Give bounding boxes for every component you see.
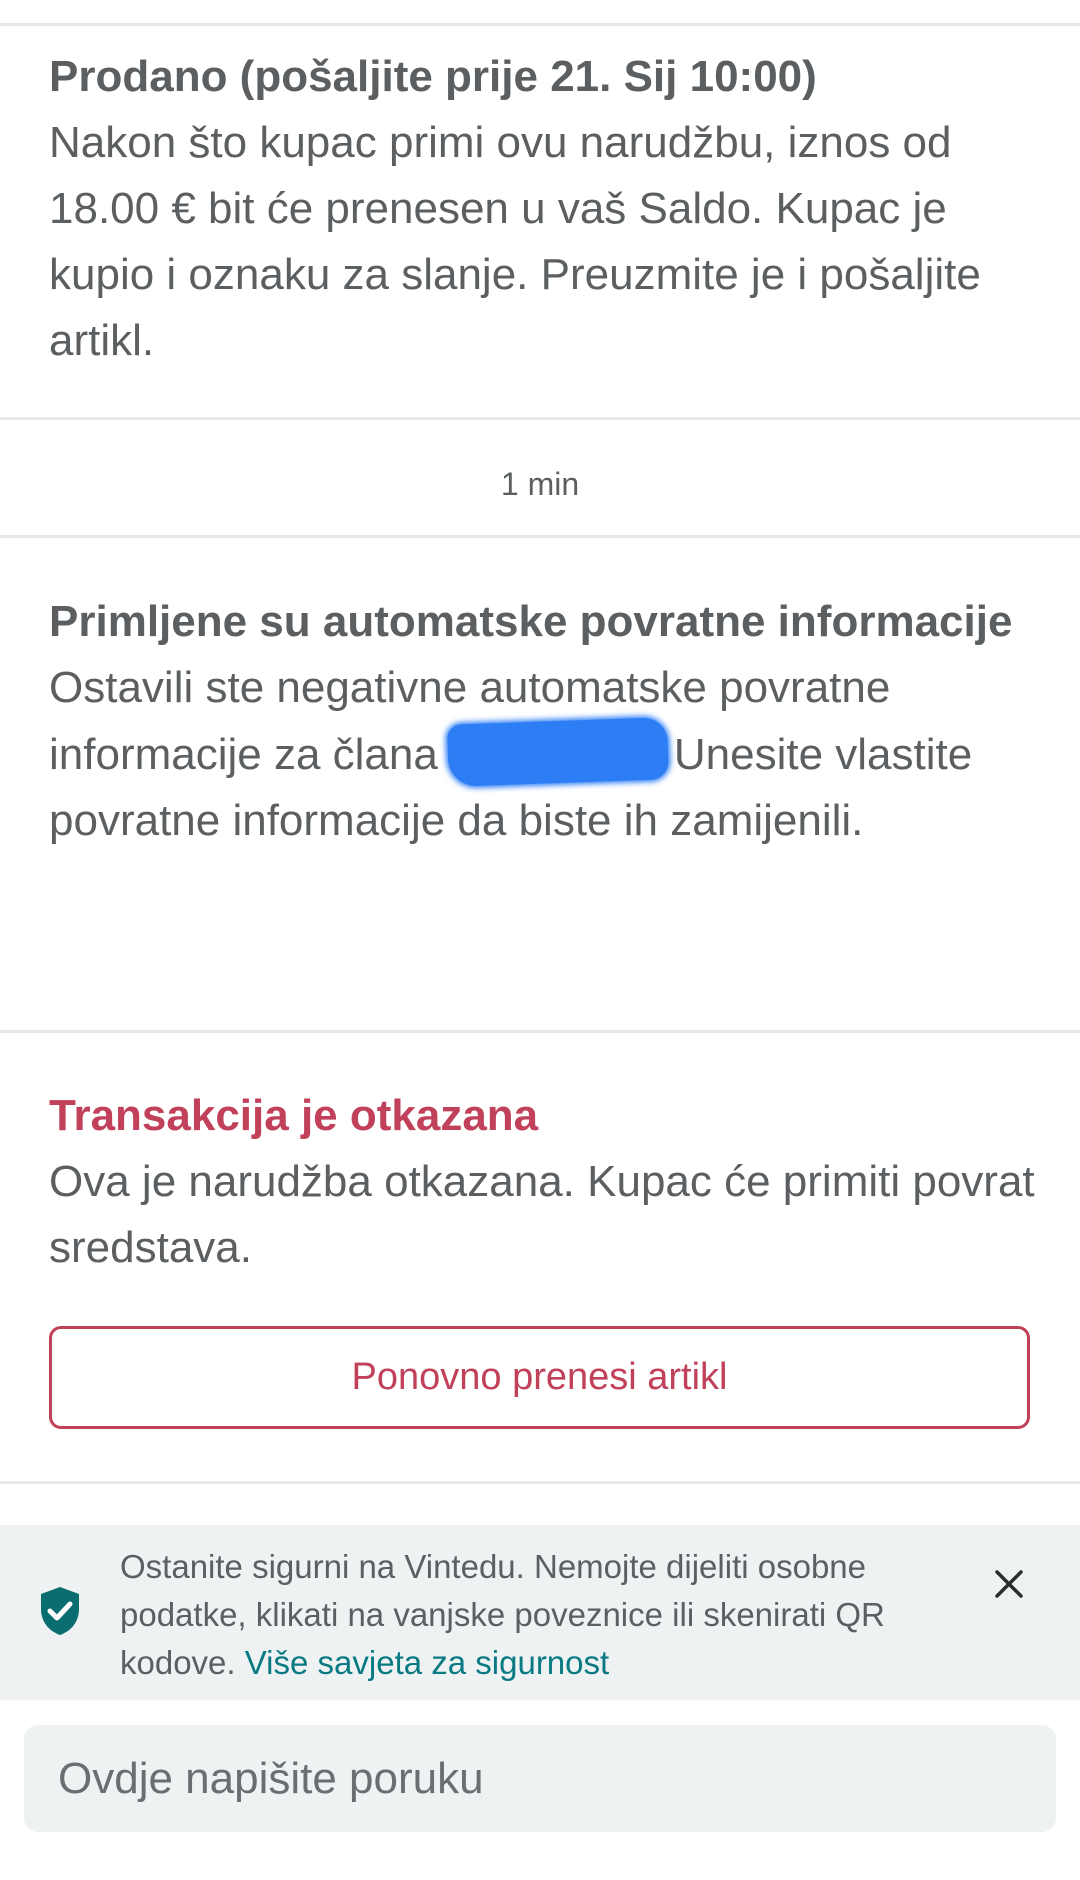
divider (0, 417, 1080, 420)
safety-text: Ostanite sigurni na Vintedu. Nemojte dij… (120, 1543, 940, 1687)
close-icon[interactable] (990, 1565, 1028, 1603)
safety-banner: Ostanite sigurni na Vintedu. Nemojte dij… (0, 1525, 1080, 1700)
divider (0, 1481, 1080, 1484)
message-input[interactable]: Ovdje napišite poruku (24, 1725, 1056, 1832)
relist-item-button[interactable]: Ponovno prenesi artikl (49, 1326, 1030, 1429)
divider (0, 1030, 1080, 1033)
divider (0, 535, 1080, 538)
cancel-message-body: Ova je narudžba otkazana. Kupac će primi… (49, 1157, 1035, 1272)
message-timestamp: 1 min (500, 466, 580, 502)
feedback-message-title: Primljene su automatske povratne informa… (49, 597, 1013, 646)
feedback-message-body: Ostavili ste negativne automatske povrat… (49, 655, 1039, 854)
chat-thread: Prodano (pošaljite prije 21. Sij 10:00) … (0, 0, 1080, 1880)
redacted-username (446, 717, 669, 787)
safety-tips-link[interactable]: Više savjeta za sigurnost (245, 1644, 609, 1681)
divider (0, 23, 1080, 26)
cancel-message-title: Transakcija je otkazana (49, 1091, 539, 1140)
cancel-message: Transakcija je otkazana Ova je narudžba … (49, 1083, 1039, 1281)
sold-message: Prodano (pošaljite prije 21. Sij 10:00) … (49, 44, 1039, 374)
sold-message-body: Nakon što kupac primi ovu narudžbu, izno… (49, 118, 981, 365)
feedback-message: Primljene su automatske povratne informa… (49, 589, 1039, 854)
sold-message-title: Prodano (pošaljite prije 21. Sij 10:00) (49, 52, 817, 101)
shield-check-icon (41, 1587, 79, 1635)
